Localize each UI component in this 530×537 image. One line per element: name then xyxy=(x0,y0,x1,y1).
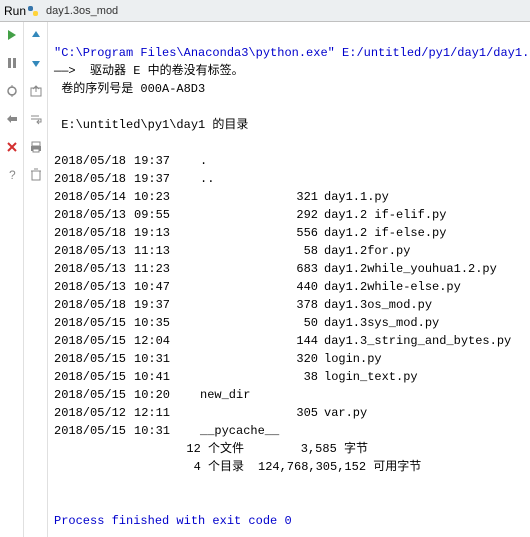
secondary-gutter xyxy=(24,22,48,537)
tab-bar: Run day1.3os_mod xyxy=(0,0,530,22)
svg-text:?: ? xyxy=(9,168,16,182)
print-icon[interactable] xyxy=(27,138,45,156)
stop-button[interactable] xyxy=(3,54,21,72)
trash-icon[interactable] xyxy=(27,166,45,184)
dir-row: 2018/05/1311:23683day1.2while_youhua1.2.… xyxy=(54,260,524,278)
dir-row: 2018/05/1819:13556day1.2 if-else.py xyxy=(54,224,524,242)
python-icon xyxy=(26,4,40,18)
dir-row: 2018/05/1311:1358day1.2for.py xyxy=(54,242,524,260)
dir-row: 2018/05/1510:20new_dir xyxy=(54,386,524,404)
run-button[interactable] xyxy=(3,26,21,44)
dir-row: 2018/05/1510:31320login.py xyxy=(54,350,524,368)
dir-row: 2018/05/1310:47440day1.2while-else.py xyxy=(54,278,524,296)
out-line: ——> 驱动器 E 中的卷没有标签。 xyxy=(54,64,244,78)
exit-line: Process finished with exit code 0 xyxy=(54,514,292,528)
summary-bytes: 3,585 字节 xyxy=(254,440,374,458)
left-gutter: ? xyxy=(0,22,24,537)
dir-row: 2018/05/1512:04144day1.3_string_and_byte… xyxy=(54,332,524,350)
dir-row: 2018/05/1510:31__pycache__ xyxy=(54,422,524,440)
summary-files: 12 个文件 xyxy=(174,440,254,458)
main-area: ? "C:\Program Files\Anaconda3\python.exe… xyxy=(0,22,530,537)
up-icon[interactable] xyxy=(27,26,45,44)
summary-free: 124,768,305,152 可用字节 xyxy=(254,460,421,474)
dir-row: 2018/05/1510:4138login_text.py xyxy=(54,368,524,386)
dir-row: 2018/05/1819:37. xyxy=(54,152,524,170)
console-output[interactable]: "C:\Program Files\Anaconda3\python.exe" … xyxy=(48,22,530,537)
out-line: E:\untitled\py1\day1 的目录 xyxy=(54,118,248,132)
help-button[interactable]: ? xyxy=(3,166,21,184)
debug-button[interactable] xyxy=(3,82,21,100)
tab-title[interactable]: day1.3os_mod xyxy=(44,5,118,17)
dir-row: 2018/05/1510:3550day1.3sys_mod.py xyxy=(54,314,524,332)
dir-row: 2018/05/1309:55292day1.2 if-elif.py xyxy=(54,206,524,224)
out-line: 卷的序列号是 000A-A8D3 xyxy=(54,82,205,96)
summary-dirs: 4 个目录 xyxy=(174,458,254,476)
dir-row: 2018/05/1212:11305var.py xyxy=(54,404,524,422)
run-label: Run xyxy=(4,4,26,18)
frames-button[interactable] xyxy=(3,110,21,128)
command-line: "C:\Program Files\Anaconda3\python.exe" … xyxy=(54,46,530,60)
wrap-icon[interactable] xyxy=(27,110,45,128)
dir-row: 2018/05/1410:23321day1.1.py xyxy=(54,188,524,206)
close-button[interactable] xyxy=(3,138,21,156)
down-icon[interactable] xyxy=(27,54,45,72)
dir-row: 2018/05/1819:37.. xyxy=(54,170,524,188)
export-icon[interactable] xyxy=(27,82,45,100)
dir-row: 2018/05/1819:37378day1.3os_mod.py xyxy=(54,296,524,314)
